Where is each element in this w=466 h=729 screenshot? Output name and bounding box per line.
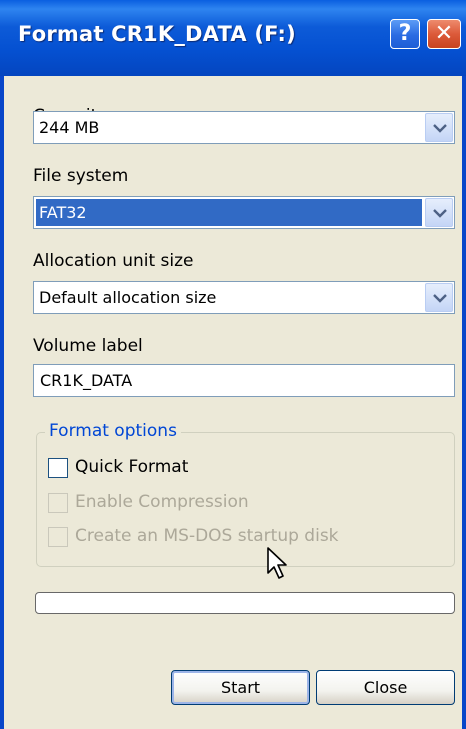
- format-options-title: Format options: [45, 421, 181, 441]
- volume-label-input[interactable]: CR1K_DATA: [33, 364, 455, 397]
- enable-compression-label: Enable Compression: [75, 492, 249, 512]
- window-border-right: [462, 76, 466, 729]
- file-system-value: FAT32: [36, 199, 422, 226]
- chevron-down-icon: [433, 124, 447, 133]
- file-system-select[interactable]: FAT32: [33, 196, 455, 229]
- capacity-select[interactable]: 244 MB: [33, 111, 455, 144]
- file-system-label: File system: [33, 166, 129, 186]
- capacity-dropdown-button[interactable]: [425, 113, 453, 142]
- quick-format-checkbox[interactable]: [48, 458, 68, 478]
- msdos-startup-checkbox: [48, 527, 68, 547]
- chevron-down-icon: [433, 209, 447, 218]
- format-dialog: Format CR1K_DATA (F:) ? ✕ Capacity: 244 …: [0, 0, 466, 729]
- capacity-value: 244 MB: [39, 118, 100, 137]
- msdos-startup-label: Create an MS-DOS startup disk: [75, 526, 339, 546]
- help-button[interactable]: ?: [390, 19, 420, 49]
- mouse-pointer-icon: [267, 547, 287, 579]
- volume-label-value: CR1K_DATA: [40, 371, 133, 390]
- volume-label-caption: Volume label: [33, 336, 143, 356]
- allocation-select[interactable]: Default allocation size: [33, 281, 455, 314]
- close-button[interactable]: Close: [316, 670, 455, 705]
- file-system-dropdown-button[interactable]: [425, 198, 453, 227]
- title-bar[interactable]: Format CR1K_DATA (F:) ? ✕: [0, 0, 466, 76]
- format-progress-bar: [35, 592, 455, 614]
- enable-compression-checkbox: [48, 493, 68, 513]
- close-window-button[interactable]: ✕: [427, 19, 461, 49]
- quick-format-label[interactable]: Quick Format: [75, 457, 188, 477]
- chevron-down-icon: [433, 294, 447, 303]
- start-button[interactable]: Start: [171, 670, 310, 705]
- allocation-label: Allocation unit size: [33, 251, 194, 271]
- allocation-value: Default allocation size: [39, 288, 217, 307]
- window-title: Format CR1K_DATA (F:): [18, 22, 296, 46]
- allocation-dropdown-button[interactable]: [425, 283, 453, 312]
